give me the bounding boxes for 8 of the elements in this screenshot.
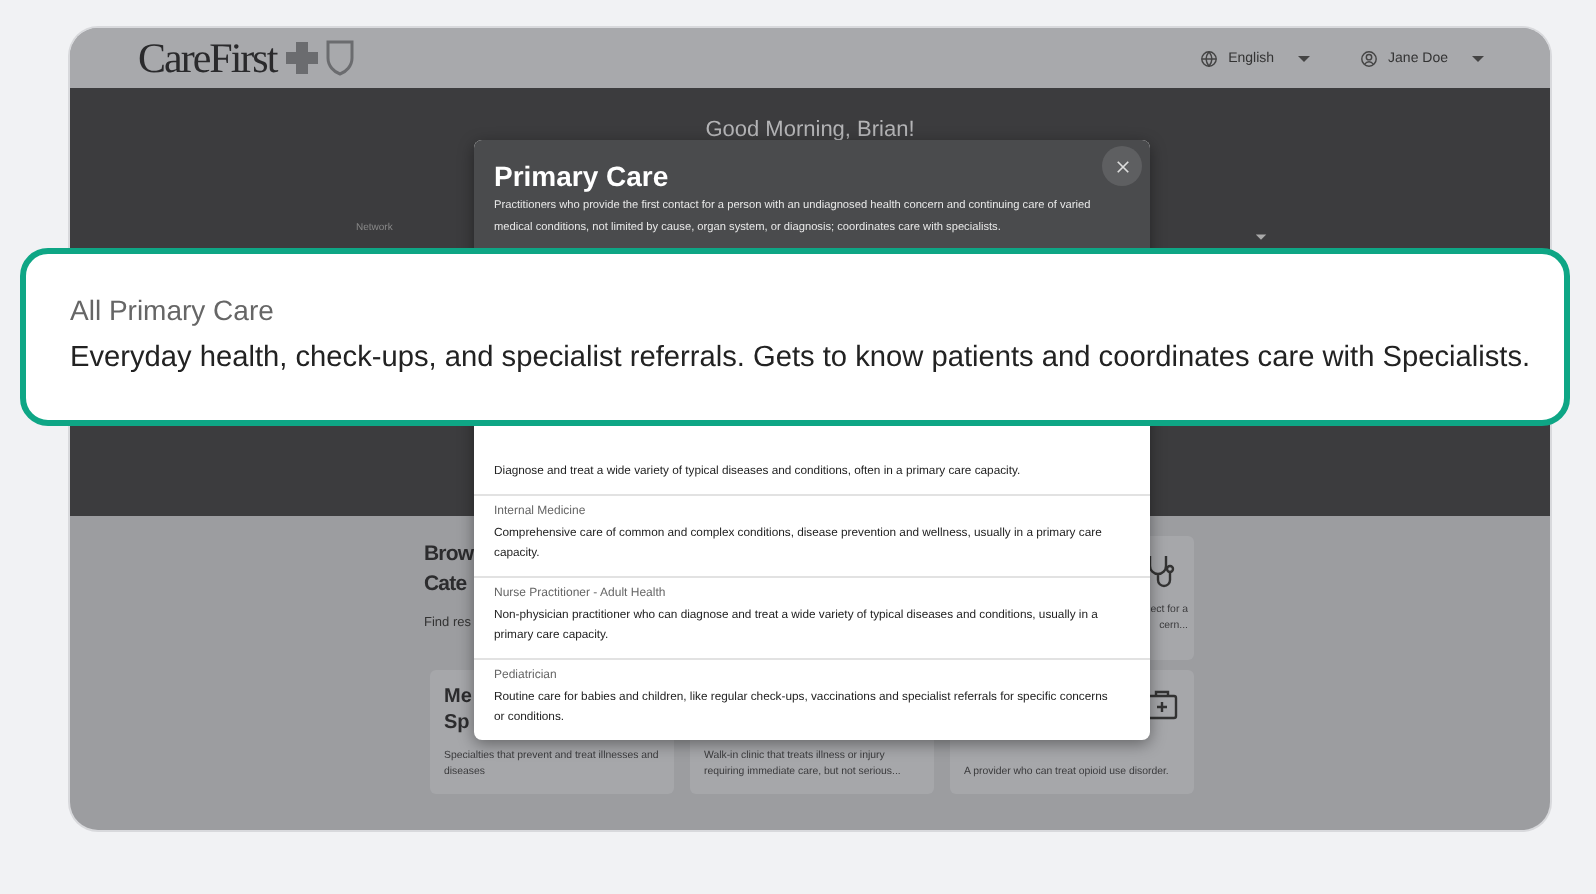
section-heading: Cate	[424, 570, 467, 600]
callout-description: Everyday health, check-ups, and specialist referrals. Gets to know patients and coordinates care with Specialists.	[70, 342, 1531, 374]
section-heading: Brow	[424, 540, 474, 570]
card-title: Me	[444, 684, 472, 710]
greeting: Good Morning, Brian!	[705, 118, 915, 142]
card-title: Sp	[444, 710, 470, 736]
callout-title: All Primary Care	[70, 294, 274, 326]
modal-title: Primary Care	[494, 160, 671, 192]
